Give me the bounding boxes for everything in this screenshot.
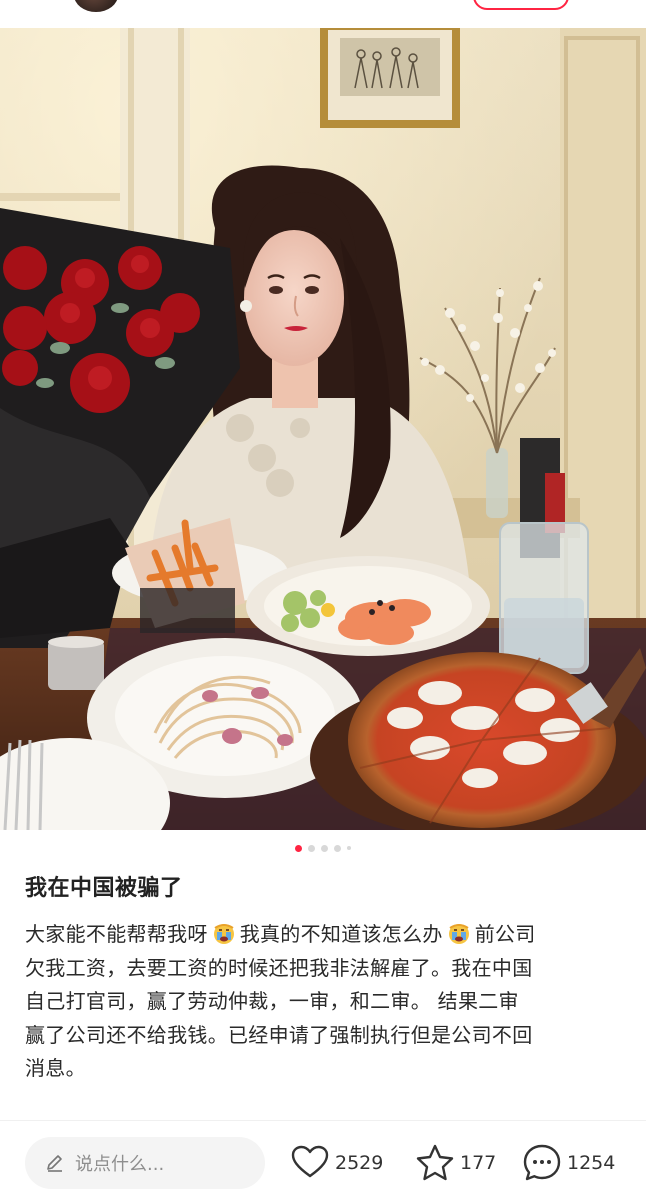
post-image[interactable] — [0, 28, 646, 830]
heart-icon — [291, 1145, 329, 1178]
crying-face-emoji-icon — [213, 924, 234, 944]
content-line: 欠我工资，去要工资的时候还把我非法解雇了。我在中国 — [25, 955, 533, 980]
carousel-dot[interactable] — [321, 844, 328, 852]
comment-button[interactable]: 1254 — [522, 1141, 615, 1185]
carousel-indicator — [0, 844, 646, 852]
post-photo — [0, 28, 646, 830]
like-count: 2529 — [335, 1152, 384, 1174]
pencil-icon — [47, 1155, 62, 1172]
carousel-dot[interactable] — [347, 846, 351, 850]
like-button[interactable]: 2529 — [290, 1141, 383, 1185]
content-line: 自己打官司，赢了劳动仲裁，一审，和二审。 结果二审 — [25, 989, 519, 1013]
author-avatar[interactable] — [74, 0, 118, 12]
content-line: 赢了公司还不给我钱。已经申请了强制执行但是公司不回 — [25, 1022, 533, 1047]
comment-placeholder: 说点什么... — [75, 1154, 165, 1175]
comment-bubble-icon — [523, 1144, 561, 1181]
comment-count: 1254 — [567, 1152, 616, 1174]
star-count: 177 — [460, 1152, 497, 1174]
content-text: 我真的不知道该怎么办 — [239, 922, 443, 946]
content-text: 大家能不能帮帮我呀 — [25, 922, 208, 946]
post-content: 大家能不能帮帮我呀 我真的不知道该怎么办 前公司 欠我工资，去要工资的时候还把我非法… — [25, 918, 625, 1086]
crying-face-emoji-icon — [448, 924, 469, 944]
content-text: 前公司 — [474, 922, 536, 946]
collect-button[interactable]: 177 — [415, 1141, 496, 1185]
content-line: 大家能不能帮帮我呀 我真的不知道该怎么办 前公司 — [25, 918, 625, 952]
top-header — [0, 0, 646, 28]
content-line: 消息。 — [25, 1056, 86, 1080]
carousel-dot[interactable] — [308, 844, 315, 852]
post-title: 我在中国被骗了 — [25, 876, 183, 901]
carousel-dot[interactable] — [334, 844, 341, 852]
comment-input[interactable]: 说点什么... — [25, 1137, 265, 1189]
bottom-divider — [0, 1120, 646, 1121]
follow-button[interactable] — [473, 0, 569, 10]
carousel-dot-active[interactable] — [295, 844, 302, 852]
star-icon — [416, 1144, 454, 1181]
